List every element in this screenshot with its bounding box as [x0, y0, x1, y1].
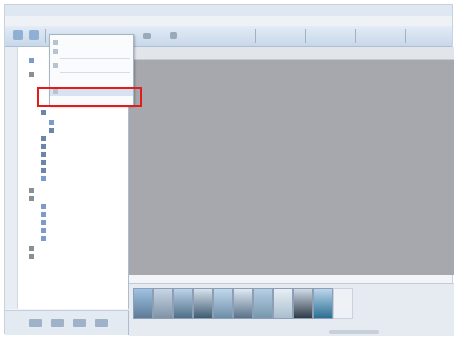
tree-node[interactable] — [41, 135, 48, 142]
tree-node[interactable] — [41, 151, 48, 158]
dropdown-item-3[interactable] — [50, 61, 133, 70]
thumbnail[interactable] — [293, 288, 313, 319]
forward-icon[interactable] — [29, 30, 39, 40]
highlight-box — [37, 87, 142, 107]
view-icon[interactable] — [143, 33, 151, 39]
tree-node[interactable] — [29, 71, 36, 78]
thumbnail[interactable] — [193, 288, 213, 319]
panel-side-tab[interactable] — [5, 47, 18, 309]
menu-item-icon — [53, 40, 58, 45]
thumbnail[interactable] — [313, 288, 333, 319]
tree-node[interactable] — [49, 119, 56, 126]
tree-node[interactable] — [41, 219, 48, 226]
dropdown-item-4[interactable] — [50, 75, 133, 84]
panel-button[interactable] — [73, 319, 86, 327]
settings-icon[interactable] — [170, 32, 177, 39]
tree-node[interactable] — [29, 187, 36, 194]
viewer-header — [129, 47, 454, 60]
thumbnail[interactable] — [253, 288, 273, 319]
thumbnail-scrollbar[interactable] — [329, 330, 379, 334]
menu-divider — [60, 72, 130, 73]
tree-node[interactable] — [41, 109, 48, 116]
back-icon[interactable] — [13, 30, 23, 40]
thumbnail[interactable] — [213, 288, 233, 319]
app-window — [4, 4, 454, 336]
tree-node[interactable] — [29, 245, 36, 252]
menu-item-icon — [53, 49, 58, 54]
thumbnail-empty — [333, 288, 353, 319]
toolbar-separator — [45, 29, 46, 43]
image-viewer[interactable] — [129, 47, 454, 275]
tree-node[interactable] — [29, 195, 36, 202]
panel-button[interactable] — [51, 319, 64, 327]
thumbnail[interactable] — [273, 288, 293, 319]
menu-item-icon — [53, 63, 58, 68]
thumbnail[interactable] — [233, 288, 253, 319]
tree-node[interactable] — [41, 167, 48, 174]
toolbar-separator — [305, 29, 306, 43]
dropdown-item-2[interactable] — [50, 47, 133, 56]
tree-node[interactable] — [41, 211, 48, 218]
tree-node[interactable] — [41, 227, 48, 234]
tree-node[interactable] — [41, 235, 48, 242]
tree-node[interactable] — [41, 159, 48, 166]
tree-node[interactable] — [41, 143, 48, 150]
panel-button[interactable] — [95, 319, 108, 327]
toolbar-separator — [255, 29, 256, 43]
thumbnail[interactable] — [133, 288, 153, 319]
tree-node[interactable] — [29, 57, 36, 64]
thumbnail[interactable] — [153, 288, 173, 319]
tree-node[interactable] — [41, 175, 48, 182]
tree-node[interactable] — [41, 203, 48, 210]
thumbnail-strip — [129, 283, 454, 336]
panel-toolbar — [5, 310, 129, 335]
menu-divider — [60, 58, 130, 59]
thumbnail[interactable] — [173, 288, 193, 319]
panel-button[interactable] — [29, 319, 42, 327]
toolbar-separator — [405, 29, 406, 43]
dropdown-item-1[interactable] — [50, 38, 133, 47]
tree-node[interactable] — [49, 127, 56, 134]
tree-node[interactable] — [29, 253, 36, 260]
toolbar-separator — [355, 29, 356, 43]
